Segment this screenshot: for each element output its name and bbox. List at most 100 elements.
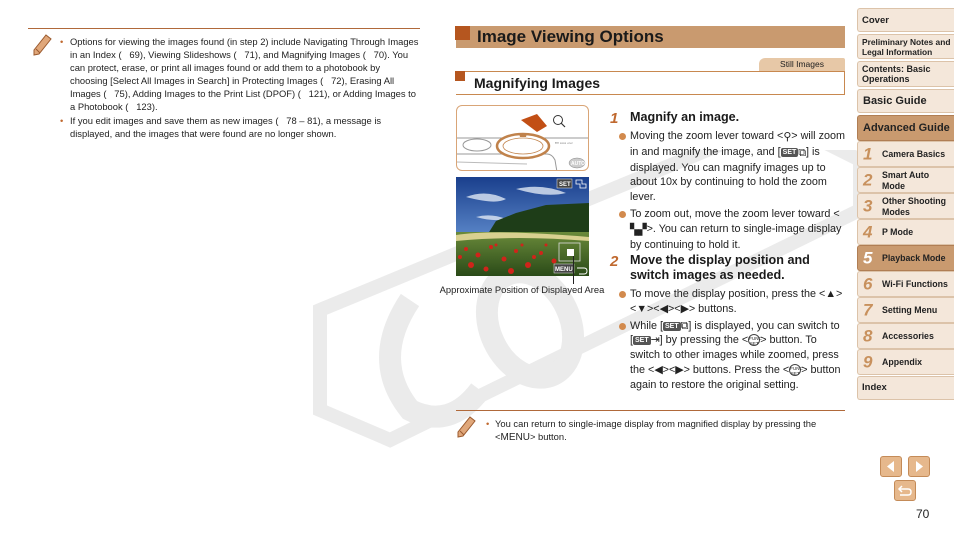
switch-image-icon: ⇥ — [650, 334, 660, 347]
left-notes-list: Options for viewing the images found (in… — [60, 36, 420, 143]
step-bullet: To zoom out, move the zoom lever toward … — [619, 207, 845, 252]
step-2: 2 Move the display position and switch i… — [610, 253, 845, 395]
text: >. You can return to single-image displa… — [630, 222, 842, 251]
sidebar-item-label: Index — [862, 382, 887, 393]
step-number: 2 — [610, 253, 619, 270]
sidebar-item-contents[interactable]: Contents: Basic Operations — [857, 61, 954, 87]
title-marker — [455, 26, 470, 40]
chapter-number: 7 — [863, 300, 873, 320]
pencil-note-icon — [457, 416, 476, 438]
sidebar-item-label: P Mode — [882, 227, 914, 237]
chapter-number: 6 — [863, 274, 873, 294]
sidebar-item-label: Wi-Fi Functions — [882, 279, 948, 289]
magnify-frame-icon: ⧉ — [798, 146, 806, 159]
sidebar-item-preliminary-notes[interactable]: Preliminary Notes and Legal Information — [857, 34, 954, 59]
sidebar-item-accessories[interactable]: 8 Accessories — [857, 323, 954, 349]
pencil-note-icon — [33, 34, 52, 56]
up-arrow-icon: ▲ — [825, 288, 837, 300]
chapter-number: 2 — [863, 170, 873, 190]
chapter-number: 8 — [863, 326, 873, 346]
svg-text:AUTO: AUTO — [571, 161, 585, 167]
text: ] by pressing the < — [659, 334, 749, 347]
camera-zoom-lever-illustration: ▪▪▪ ▭▭ ▱▱ AUTO — [456, 105, 589, 171]
magnified-photo-preview: SET MENU — [456, 177, 589, 276]
sidebar-item-label: Camera Basics — [882, 149, 946, 159]
chapter-number: 4 — [863, 222, 873, 242]
sidebar-item-smart-auto[interactable]: 2 Smart Auto Mode — [857, 167, 954, 193]
sidebar-item-label: Cover — [862, 15, 889, 26]
text: > buttons. Press the < — [683, 363, 790, 376]
page-title: Image Viewing Options — [477, 27, 664, 46]
text: While [ — [630, 319, 663, 332]
figure-caption: Approximate Position of Displayed Area — [439, 284, 605, 295]
sidebar-item-appendix[interactable]: 9 Appendix — [857, 349, 954, 375]
step-title: Magnify an image. — [630, 110, 740, 124]
sidebar-item-playback-mode[interactable]: 5 Playback Mode — [857, 245, 954, 271]
sidebar-item-label: Playback Mode — [882, 253, 946, 263]
text: >< — [662, 363, 676, 376]
index-grid-icon: ▚▞ — [630, 223, 647, 236]
sidebar-item-label: Basic Guide — [863, 95, 927, 107]
caption-pointer — [573, 256, 574, 284]
sidebar-item-p-mode[interactable]: 4 P Mode — [857, 219, 954, 245]
left-arrow-icon: ◀ — [654, 363, 663, 376]
sidebar-item-cover[interactable]: Cover — [857, 8, 954, 32]
note-divider — [456, 410, 845, 411]
text: To move the display position, press the … — [630, 288, 826, 300]
func-set-button-icon: FUNC SET — [748, 334, 762, 347]
note-item: If you edit images and save them as new … — [60, 115, 420, 141]
return-button[interactable] — [894, 480, 916, 501]
sidebar-item-label: Other Shooting Modes — [882, 196, 947, 217]
sidebar-item-other-shooting[interactable]: 3 Other Shooting Modes — [857, 193, 954, 219]
text: To zoom out, move the zoom lever toward … — [630, 207, 840, 220]
chapter-number: 3 — [863, 196, 873, 216]
left-divider — [28, 28, 420, 29]
sidebar-item-label: Appendix — [882, 357, 923, 367]
sidebar-item-label: Setting Menu — [882, 305, 938, 315]
step-bullet: To move the display position, press the … — [619, 287, 845, 317]
step-title: Move the display position and switch ima… — [630, 253, 810, 282]
section-marker — [455, 71, 465, 81]
chapter-number: 1 — [863, 144, 873, 164]
svg-text:▪▪▪ ▭▭ ▱▱: ▪▪▪ ▭▭ ▱▱ — [555, 141, 574, 145]
page-number: 70 — [916, 507, 930, 521]
svg-text:MENU: MENU — [555, 267, 573, 273]
still-images-tab: Still Images — [759, 58, 845, 71]
previous-page-button[interactable] — [880, 456, 902, 477]
sidebar-item-basic-guide[interactable]: Basic Guide — [857, 89, 954, 113]
right-arrow-icon: ▶ — [680, 302, 689, 315]
zoom-arrow-icon — [521, 114, 547, 132]
bottom-note-list: You can return to single-image display f… — [486, 418, 846, 444]
set-icon: SET — [663, 321, 681, 331]
set-icon: SET — [780, 147, 799, 157]
section-title: Magnifying Images — [474, 75, 601, 91]
func-set-button-icon: FUNC SET — [789, 363, 803, 376]
sidebar-item-wifi[interactable]: 6 Wi-Fi Functions — [857, 271, 954, 297]
note-item: Options for viewing the images found (in… — [60, 36, 420, 113]
sidebar-item-label: Accessories — [882, 331, 934, 341]
return-arrow-icon — [897, 485, 912, 496]
left-arrow-icon: ◀ — [659, 302, 668, 315]
sidebar-item-label: Advanced Guide — [863, 122, 950, 134]
text: >< — [667, 302, 681, 315]
text: Moving the zoom lever toward < — [630, 130, 784, 142]
right-arrow-icon: ▶ — [675, 363, 684, 376]
triangle-left-icon — [887, 461, 894, 472]
step-bullet: Moving the zoom lever toward <⚲> will zo… — [619, 129, 845, 205]
sidebar-item-index[interactable]: Index — [857, 376, 954, 400]
sidebar-item-camera-basics[interactable]: 1 Camera Basics — [857, 141, 954, 167]
sidebar-item-advanced-guide[interactable]: Advanced Guide — [857, 115, 954, 141]
step-number: 1 — [610, 110, 619, 127]
set-icon: SET — [633, 336, 651, 346]
chapter-number: 5 — [863, 248, 873, 268]
step-1: 1 Magnify an image. Moving the zoom leve… — [610, 110, 845, 254]
sidebar-item-label: Smart Auto Mode — [882, 170, 930, 191]
note-item: You can return to single-image display f… — [486, 418, 846, 444]
triangle-right-icon — [916, 461, 923, 472]
next-page-button[interactable] — [908, 456, 930, 477]
sidebar-item-setting-menu[interactable]: 7 Setting Menu — [857, 297, 954, 323]
text: > button. — [529, 430, 567, 442]
chapter-number: 9 — [863, 352, 873, 372]
down-arrow-icon: ▼ — [636, 302, 647, 315]
text: >< — [647, 302, 660, 315]
